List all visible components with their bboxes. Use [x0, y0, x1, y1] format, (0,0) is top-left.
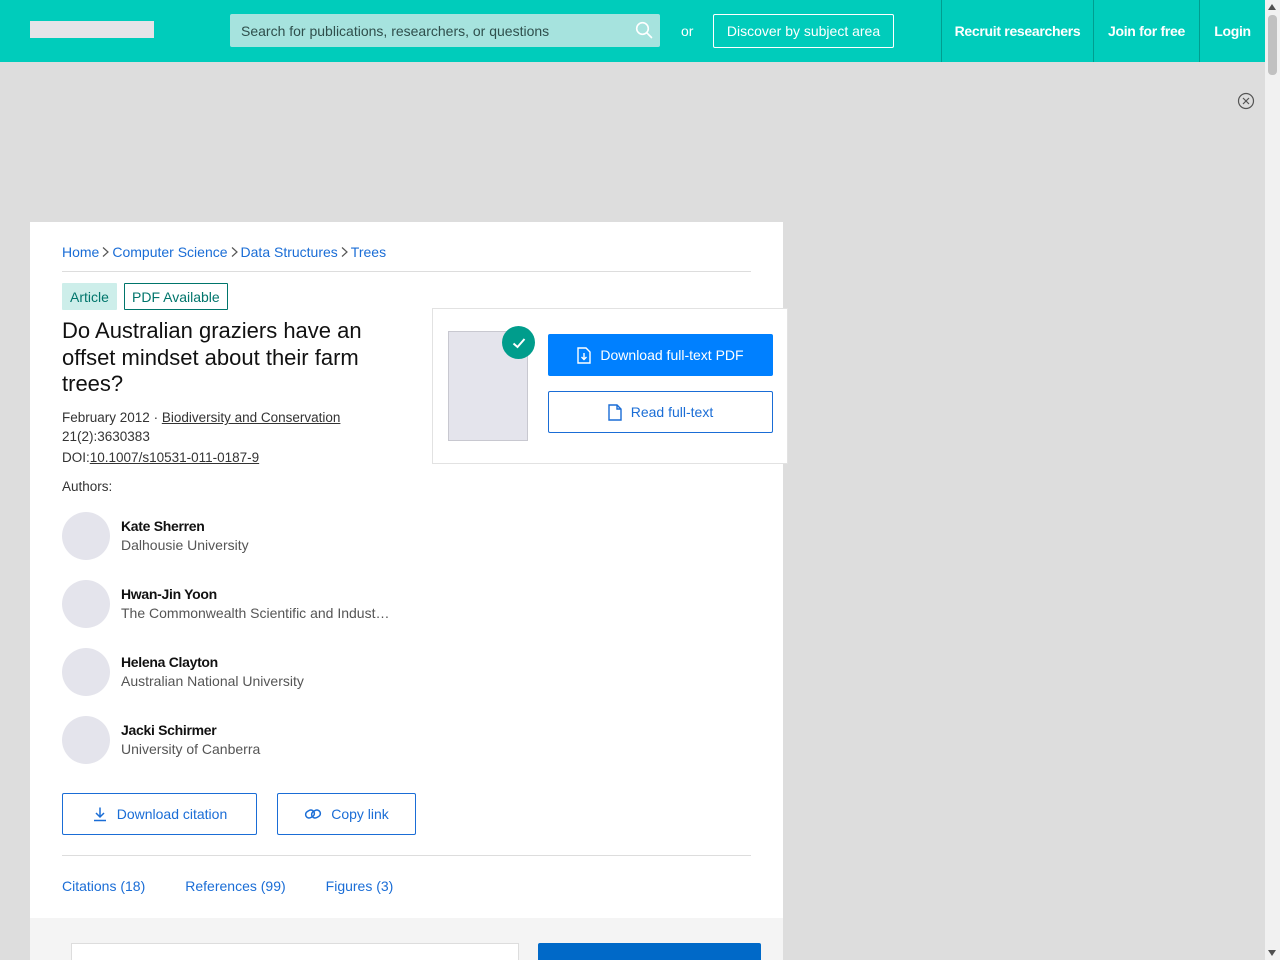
- chevron-right-icon: [102, 247, 110, 257]
- copy-link-label: Copy link: [331, 806, 389, 822]
- discover-by-subject-button[interactable]: Discover by subject area: [713, 14, 894, 48]
- author-institution: The Commonwealth Scientific and Industri…: [121, 605, 393, 621]
- read-full-text-button[interactable]: Read full-text: [548, 391, 773, 433]
- breadcrumb-trees[interactable]: Trees: [351, 244, 386, 260]
- or-separator: or: [681, 23, 694, 39]
- download-pdf-label: Download full-text PDF: [600, 347, 744, 363]
- tab-references[interactable]: References (99): [185, 878, 285, 894]
- search-input[interactable]: [230, 14, 626, 47]
- author-institution: Dalhousie University: [121, 537, 249, 553]
- avatar[interactable]: [62, 512, 110, 560]
- author-item[interactable]: Jacki Schirmer University of Canberra: [62, 716, 402, 764]
- avatar[interactable]: [62, 648, 110, 696]
- author-institution: University of Canberra: [121, 741, 261, 757]
- breadcrumb-data-structures[interactable]: Data Structures: [241, 244, 338, 260]
- chevron-right-icon: [231, 247, 238, 257]
- read-full-text-label: Read full-text: [630, 404, 714, 420]
- publication-date: February 2012: [62, 410, 150, 425]
- top-nav-bar: or Discover by subject area Recruit rese…: [0, 0, 1265, 62]
- doi-line: DOI:10.1007/s10531-011-0187-9: [62, 450, 259, 465]
- login-link[interactable]: Login: [1199, 0, 1265, 62]
- site-logo[interactable]: [30, 21, 154, 38]
- download-citation-button[interactable]: Download citation: [62, 793, 257, 835]
- search-box: [230, 14, 660, 47]
- author-name[interactable]: Kate Sherren: [121, 518, 205, 534]
- author-name[interactable]: Helena Clayton: [121, 654, 218, 670]
- breadcrumb: Home Computer Science Data Structures Tr…: [62, 244, 386, 260]
- author-item[interactable]: Helena Clayton Australian National Unive…: [62, 648, 402, 696]
- author-item[interactable]: Hwan-Jin Yoon The Commonwealth Scientifi…: [62, 580, 402, 628]
- download-icon: [93, 807, 106, 822]
- link-icon: [305, 809, 322, 819]
- download-full-text-pdf-button[interactable]: Download full-text PDF: [548, 334, 773, 376]
- page-title: Do Australian graziers have an offset mi…: [62, 318, 362, 396]
- breadcrumb-divider: [62, 271, 751, 272]
- lower-section-strip: [30, 918, 783, 960]
- tab-figures[interactable]: Figures (3): [326, 878, 394, 894]
- author-item[interactable]: Kate Sherren Dalhousie University: [62, 512, 402, 560]
- avatar[interactable]: [62, 716, 110, 764]
- chevron-right-icon: [341, 247, 348, 257]
- join-for-free-link[interactable]: Join for free: [1093, 0, 1199, 62]
- scroll-thumb[interactable]: [1268, 15, 1277, 75]
- lower-input-box[interactable]: [71, 943, 519, 960]
- volume-issue: 21(2):3630383: [62, 429, 150, 444]
- tabs-divider: [62, 855, 751, 856]
- tab-citations[interactable]: Citations (18): [62, 878, 145, 894]
- publication-meta: February 2012 · Biodiversity and Conserv…: [62, 408, 340, 446]
- lower-action-button[interactable]: [538, 943, 761, 960]
- scroll-up-arrow-icon[interactable]: [1268, 4, 1276, 10]
- recruit-researchers-link[interactable]: Recruit researchers: [941, 0, 1093, 62]
- content-tabs: Citations (18) References (99) Figures (…: [62, 878, 433, 894]
- pdf-download-icon: [577, 346, 592, 364]
- author-name[interactable]: Jacki Schirmer: [121, 722, 217, 738]
- page-scrollbar[interactable]: [1265, 0, 1280, 960]
- journal-link[interactable]: Biodiversity and Conservation: [162, 410, 341, 425]
- document-icon: [608, 403, 622, 421]
- avatar[interactable]: [62, 580, 110, 628]
- doi-label: DOI:: [62, 450, 90, 465]
- download-citation-label: Download citation: [116, 806, 228, 822]
- breadcrumb-computer-science[interactable]: Computer Science: [112, 244, 227, 260]
- close-ad-icon[interactable]: [1237, 92, 1255, 110]
- authors-label: Authors:: [62, 479, 113, 494]
- meta-separator: ·: [149, 410, 162, 425]
- download-panel: Download full-text PDF Read full-text: [432, 308, 788, 464]
- check-icon: [502, 326, 535, 359]
- search-icon[interactable]: [635, 21, 653, 39]
- author-institution: Australian National University: [121, 673, 304, 689]
- breadcrumb-home[interactable]: Home: [62, 244, 99, 260]
- scroll-down-arrow-icon[interactable]: [1268, 950, 1276, 956]
- article-type-badge: Article: [62, 283, 117, 310]
- pdf-available-badge: PDF Available: [124, 283, 228, 310]
- author-name[interactable]: Hwan-Jin Yoon: [121, 586, 217, 602]
- copy-link-button[interactable]: Copy link: [277, 793, 416, 835]
- doi-link[interactable]: 10.1007/s10531-011-0187-9: [90, 450, 259, 465]
